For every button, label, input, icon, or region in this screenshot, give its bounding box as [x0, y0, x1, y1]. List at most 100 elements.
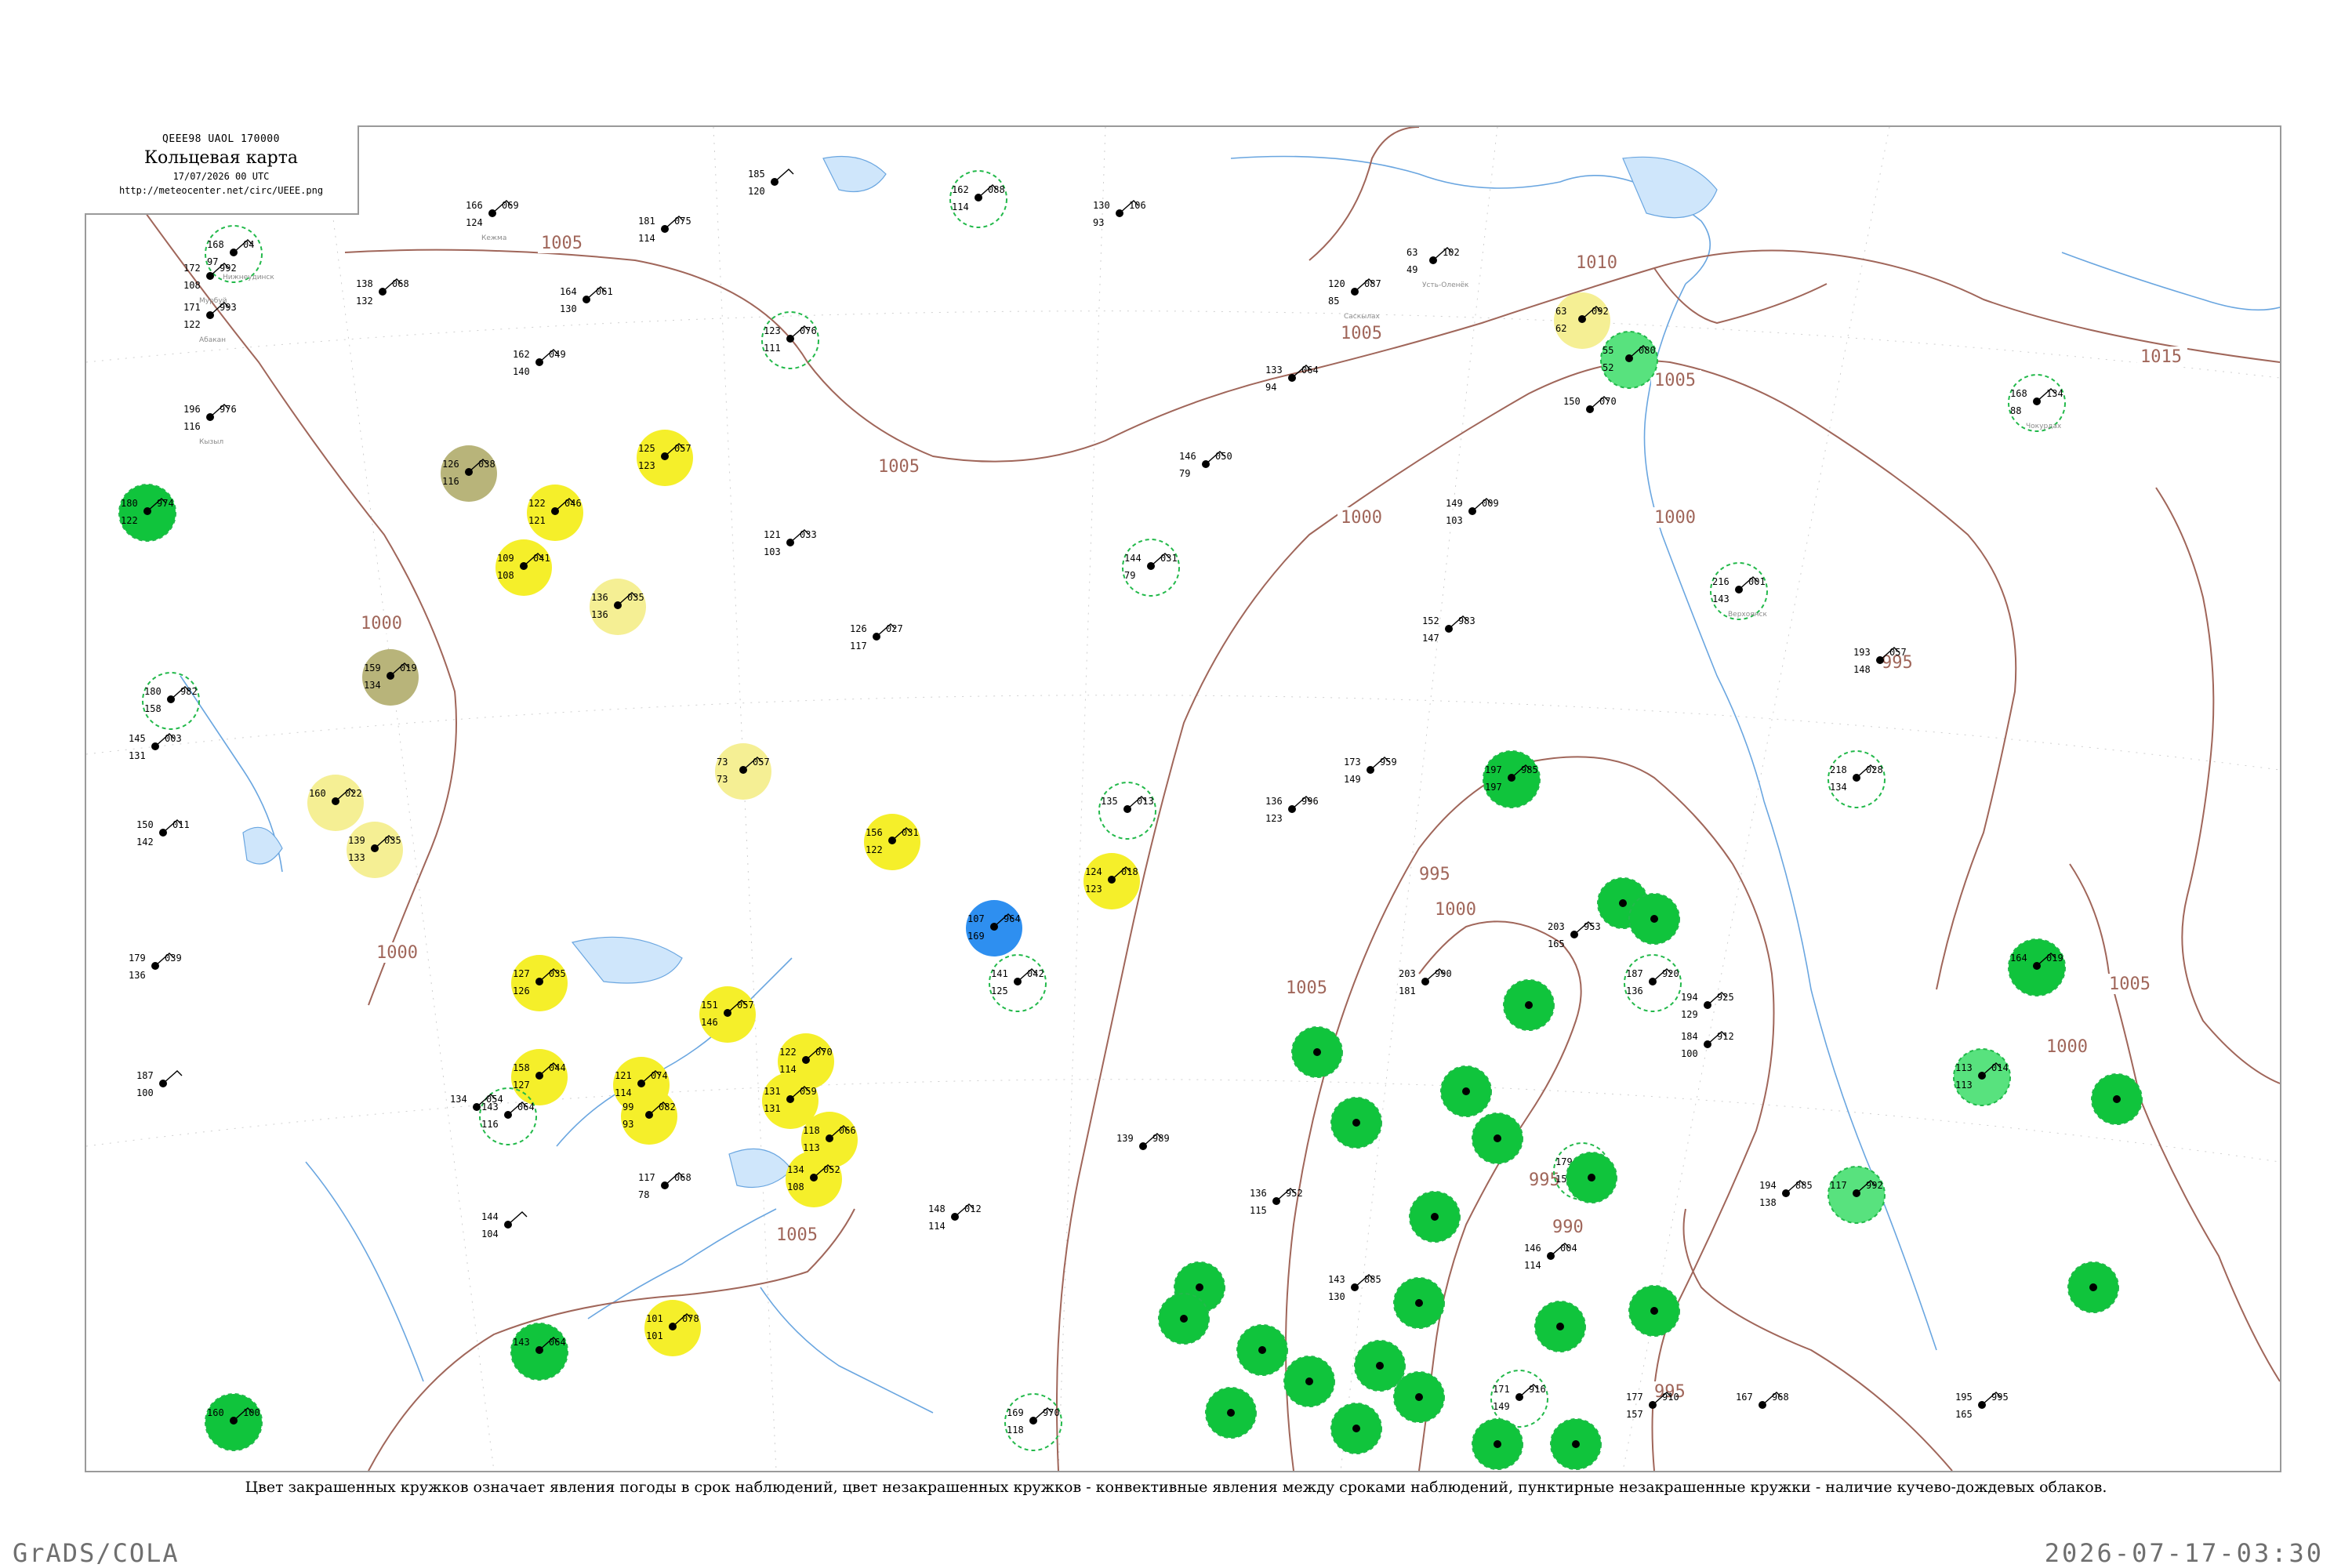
lakes: [242, 156, 1718, 1189]
station-plot[interactable]: 194 885 138: [1759, 1180, 1813, 1208]
station-plot[interactable]: 216 001 143 Верхоянск: [1710, 562, 1768, 620]
station-plot[interactable]: 125 057 123: [637, 430, 693, 486]
station-pressure: 070: [815, 1047, 833, 1058]
station-dewpoint: 123: [638, 460, 655, 471]
station-plot[interactable]: 194 925 129: [1681, 992, 1734, 1020]
station-temperature: 138: [356, 278, 373, 289]
map-url[interactable]: http://meteocenter.net/circ/UEEE.png: [85, 185, 358, 196]
station-plot[interactable]: 179 039 136: [129, 953, 182, 981]
station-plot[interactable]: 109 041 108: [495, 539, 552, 596]
station-plot[interactable]: 107 964 169: [966, 900, 1022, 956]
station-plot[interactable]: 167 968: [1736, 1392, 1789, 1409]
station-plot[interactable]: 160 022: [307, 775, 364, 831]
station-plot[interactable]: 203 990 181: [1399, 968, 1452, 996]
station-plot[interactable]: 169 970 118: [1004, 1393, 1062, 1451]
station-plot[interactable]: 152 983 147: [1422, 615, 1475, 644]
station-dewpoint: 116: [442, 476, 459, 487]
station-plot[interactable]: 138 068 132: [356, 278, 409, 307]
station-plot[interactable]: 203 953 165: [1548, 921, 1601, 949]
wind-barb: [774, 169, 794, 183]
station-plot[interactable]: 164 019: [2008, 938, 2066, 996]
station-plot[interactable]: 180 974 122: [118, 484, 176, 542]
station-plot[interactable]: 143 064: [510, 1323, 568, 1381]
station-plot[interactable]: 151 057 146: [699, 986, 756, 1043]
station-plot[interactable]: 195 995 165: [1955, 1392, 2009, 1420]
station-plot[interactable]: 158 044 127: [511, 1049, 568, 1105]
station-plot[interactable]: 139 035 133: [347, 822, 403, 878]
station-plot[interactable]: 134 052 108: [786, 1151, 842, 1207]
station-plot[interactable]: 150 011 142: [136, 819, 190, 848]
station-plot[interactable]: 144 104: [481, 1211, 528, 1240]
station-plot[interactable]: 196 976 116 Кызыл: [183, 404, 237, 446]
station-plot[interactable]: 141 042 125: [989, 954, 1047, 1012]
station-plot[interactable]: 149 009 103: [1446, 498, 1499, 526]
isobar-label: 1000: [1341, 508, 1382, 528]
station-plot[interactable]: 150 070: [1563, 396, 1617, 413]
station-plot[interactable]: 113 014 113: [1953, 1048, 2011, 1106]
station-plot[interactable]: 136 996 123: [1265, 796, 1319, 824]
station-dewpoint: 103: [1446, 515, 1463, 526]
station-plot[interactable]: 168 04 97 Нижнеудинск: [205, 225, 274, 283]
bulletin-code: QEEE98 UAOL 170000: [162, 133, 280, 145]
station-temperature: 167: [1736, 1392, 1753, 1403]
station-plot[interactable]: 197 985 197: [1483, 750, 1541, 808]
station-plot[interactable]: 168 134 88 Чокурдах: [2008, 374, 2066, 432]
station-pressure: 068: [674, 1172, 691, 1183]
station-plot[interactable]: 181 075 114: [638, 216, 691, 244]
station-plot[interactable]: 146 004 114: [1524, 1243, 1577, 1271]
station-plot[interactable]: 130 106 93: [1093, 200, 1146, 228]
station-plot[interactable]: 117 992: [1828, 1166, 1886, 1224]
station-plot[interactable]: 99 082 93: [621, 1088, 677, 1145]
station-pressure: 061: [596, 286, 613, 297]
generation-timestamp: 2026-07-17-03:30: [2044, 1538, 2324, 1568]
station-plot[interactable]: 146 050 79: [1179, 451, 1232, 479]
station-plot[interactable]: 184 912 100: [1681, 1031, 1734, 1059]
station-plot[interactable]: 73 057 73: [715, 743, 771, 800]
station-plot[interactable]: 185 120: [748, 169, 794, 197]
cloud-cover-dot: [1650, 1307, 1658, 1315]
station-pressure: 057: [674, 443, 691, 454]
station-plot[interactable]: 180 982 158: [142, 672, 200, 730]
station-plot[interactable]: 162 088 114: [949, 170, 1007, 228]
station-temperature: 133: [1265, 365, 1283, 376]
station-plot[interactable]: 160 100: [205, 1393, 263, 1451]
station-plot[interactable]: 145 003 131: [129, 733, 182, 761]
station-pressure: 985: [1521, 764, 1538, 775]
station-plot[interactable]: 122 046 121: [527, 485, 583, 541]
station-plot[interactable]: 148 012 114: [928, 1203, 982, 1232]
station-plot[interactable]: 55 080 52: [1600, 331, 1658, 389]
station-plot[interactable]: 120 087 85 Саскылах: [1328, 278, 1381, 321]
station-plot[interactable]: 159 019 134: [362, 649, 419, 706]
station-pressure: 064: [517, 1102, 535, 1112]
station-plot[interactable]: 101 078 101: [644, 1300, 701, 1356]
station-plot[interactable]: 135 013: [1098, 782, 1156, 840]
station-dewpoint: 124: [466, 217, 483, 228]
station-plot[interactable]: 126 027 117: [850, 623, 903, 652]
station-plot[interactable]: 63 102 49 Усть-Оленёк: [1406, 247, 1469, 289]
station-plot[interactable]: 164 061 130: [560, 286, 613, 314]
station-plot[interactable]: 63 092 62: [1554, 292, 1610, 349]
station-name: Саскылах: [1344, 313, 1381, 321]
isobar-label: 1000: [361, 614, 402, 633]
station-plot[interactable]: 139 989: [1116, 1133, 1170, 1150]
station-pressure: 022: [345, 788, 362, 799]
station-name: Кежма: [481, 234, 506, 242]
station-plot[interactable]: 166 069 124 Кежма: [466, 200, 519, 242]
station-plot[interactable]: 127 035 126: [511, 955, 568, 1011]
station-plot[interactable]: 162 049 140: [513, 349, 566, 377]
station-plot[interactable]: 187 100: [136, 1070, 183, 1098]
station-plot[interactable]: 124 018 123: [1083, 853, 1140, 909]
station-plot[interactable]: 117 068 78: [638, 1172, 691, 1200]
station-plot[interactable]: 136 035 136: [590, 579, 646, 635]
station-plot[interactable]: 187 920 136: [1624, 954, 1682, 1012]
station-plot[interactable]: 126 038 116: [441, 445, 497, 502]
station-plot[interactable]: 121 033 103: [764, 529, 817, 557]
station-plot[interactable]: 156 031 122: [864, 814, 920, 870]
station-plot[interactable]: 123 076 111: [761, 311, 819, 369]
cloud-cover-dot: [1494, 1134, 1501, 1142]
station-plot[interactable]: 143 885 130: [1328, 1274, 1381, 1302]
station-plot[interactable]: 173 959 149: [1344, 757, 1397, 785]
station-temperature: 185: [748, 169, 765, 180]
station-plot[interactable]: 218 028 134: [1828, 750, 1886, 808]
station-plot[interactable]: 144 031 79: [1122, 539, 1180, 597]
